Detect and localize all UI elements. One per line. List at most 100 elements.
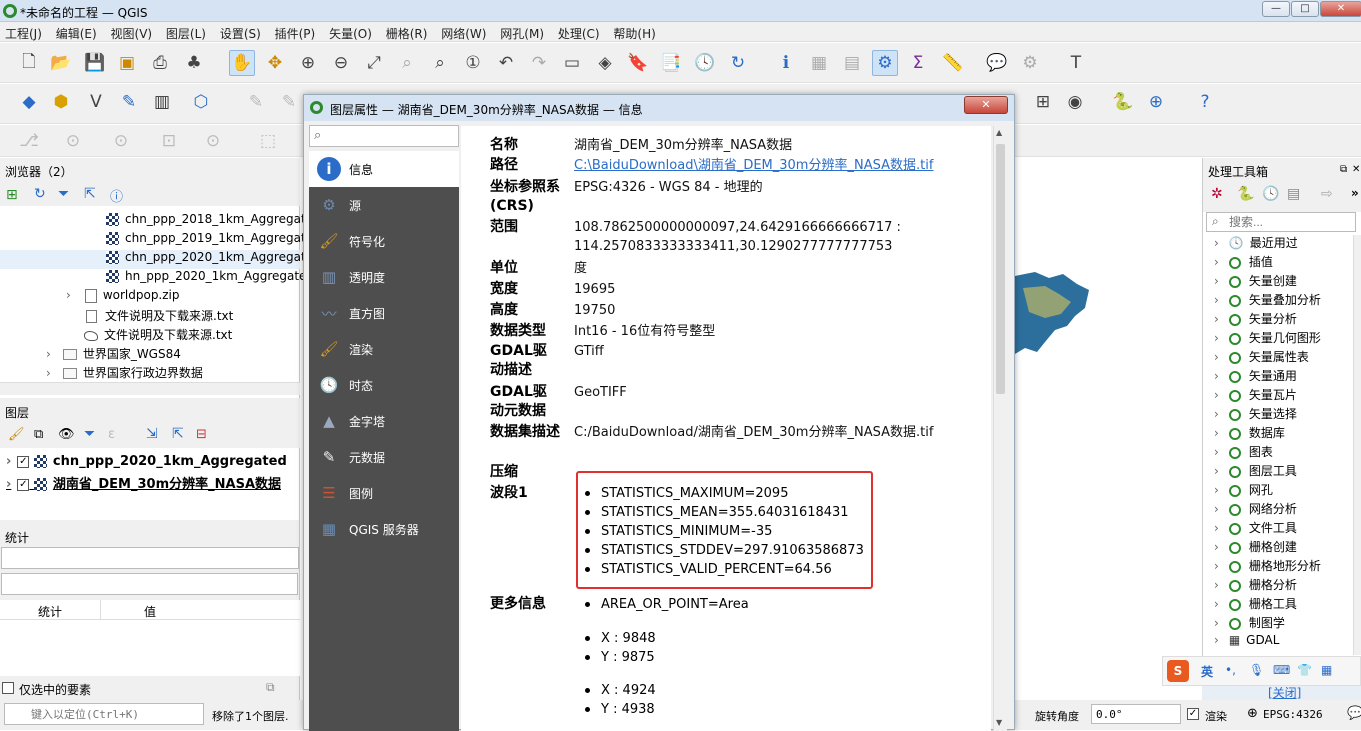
expand-arrow-icon[interactable]: › — [1214, 616, 1219, 630]
new-geopackage-icon[interactable]: ⬢ — [48, 89, 74, 115]
history-icon[interactable]: 🕓 — [1262, 186, 1279, 202]
info-scrollbar[interactable]: ▲ ▼ — [993, 126, 1007, 731]
expand-arrow-icon[interactable]: › — [1214, 255, 1219, 269]
web-icon[interactable]: ⊕ — [1143, 89, 1169, 115]
nav-item-histogram[interactable]: 〰直方图 — [309, 295, 459, 331]
digitize-icon[interactable]: ✎ — [116, 89, 142, 115]
toolbox-item[interactable]: › 矢量选择 — [1206, 405, 1297, 424]
zoom-selection-icon[interactable]: ⌕ — [394, 50, 420, 76]
toolbox-item[interactable]: › 矢量分析 — [1206, 310, 1297, 329]
nav-item-source[interactable]: ⚙ 源 — [309, 187, 459, 223]
list-item[interactable]: 文件说明及下载来源.txt — [86, 307, 233, 326]
add-raster-icon[interactable]: ▥ — [149, 89, 175, 115]
minimize-button[interactable]: — — [1262, 1, 1290, 17]
expand-arrow-icon[interactable]: › — [1214, 331, 1219, 345]
scroll-down-icon[interactable]: ▼ — [996, 718, 1002, 727]
expand-arrow-icon[interactable]: › — [1214, 597, 1219, 611]
add-line-icon[interactable]: ⊙ — [108, 128, 134, 154]
map-tool-2-icon[interactable]: ◉ — [1062, 89, 1088, 115]
pan-to-selection-icon[interactable]: ✥ — [262, 50, 288, 76]
ime-voice-icon[interactable]: 🎙 — [1249, 663, 1264, 677]
nav-item-rendering[interactable]: 🖌 渲染 — [309, 331, 459, 367]
ime-logo-icon[interactable]: S — [1167, 660, 1189, 682]
toolbox-search-input[interactable] — [1206, 212, 1356, 232]
style-manager-icon[interactable]: ♣ — [181, 50, 207, 76]
refresh-icon[interactable]: ↻ — [725, 50, 751, 76]
field-combobox[interactable] — [1, 573, 298, 595]
layer-visibility-checkbox[interactable]: ✓ — [17, 478, 30, 491]
list-item[interactable]: › worldpop.zip — [66, 288, 180, 307]
toolbox-float-icon[interactable]: ⧉ — [1340, 164, 1347, 175]
add-point-icon[interactable]: ⊙ — [60, 128, 86, 154]
nav-item-transparency[interactable]: ▥ 透明度 — [309, 259, 459, 295]
expand-arrow-icon[interactable]: › — [46, 347, 51, 361]
zoom-full-icon[interactable]: ⤢ — [361, 50, 387, 76]
crs-status[interactable]: EPSG:4326 — [1263, 708, 1323, 721]
zoom-native-icon[interactable]: ① — [460, 50, 486, 76]
menu-view[interactable]: 视图(V) — [106, 22, 158, 42]
close-button[interactable]: ✕ — [1320, 1, 1361, 17]
python-scripts-icon[interactable]: 🐍 — [1237, 186, 1254, 202]
browser-refresh-icon[interactable]: ↻ — [34, 186, 46, 202]
info-path-link[interactable]: C:\BaiduDownload\湖南省_DEM_30m分辨率_NASA数据.t… — [574, 156, 933, 175]
ime-tools-icon[interactable]: ▦ — [1321, 663, 1332, 677]
copy-icon[interactable]: ⧉ — [266, 680, 275, 695]
pan-icon[interactable]: ✋ — [229, 50, 255, 76]
expand-arrow-icon[interactable]: › — [1214, 407, 1219, 421]
add-group-icon[interactable]: ⧉ — [34, 427, 43, 442]
zoom-last-icon[interactable]: ↶ — [493, 50, 519, 76]
selected-only-checkbox[interactable] — [2, 682, 14, 694]
toolbox-item[interactable]: › 🕓 最近用过 — [1206, 234, 1298, 253]
manage-themes-icon[interactable]: 👁 — [58, 427, 75, 442]
menu-layer[interactable]: 图层(L) — [161, 22, 211, 42]
expand-all-icon[interactable]: ⇲ — [146, 426, 158, 442]
list-item-selected[interactable]: chn_ppp_2020_1km_Aggregate — [0, 250, 313, 269]
nav-item-server[interactable]: ▦ QGIS 服务器 — [309, 511, 459, 547]
filter-expression-icon[interactable]: ε — [108, 427, 115, 442]
statistical-summary-icon[interactable]: Σ — [905, 50, 931, 76]
ime-skin-icon[interactable]: 👕 — [1297, 663, 1312, 677]
nav-item-metadata[interactable]: ✎ 元数据 — [309, 439, 459, 475]
filter-legend-icon[interactable]: ⏷ — [84, 426, 95, 442]
dialog-close-button[interactable]: ✕ — [964, 96, 1008, 114]
toolbox-scrollbar[interactable] — [1353, 235, 1361, 655]
rotation-input[interactable] — [1091, 704, 1181, 724]
expand-arrow-icon[interactable]: › — [1214, 369, 1219, 383]
toolbox-item[interactable]: › 制图学 — [1206, 614, 1285, 633]
ime-punct-icon[interactable]: •, — [1225, 663, 1236, 677]
maximize-button[interactable]: □ — [1291, 1, 1319, 17]
expand-arrow-icon[interactable]: › — [46, 366, 51, 380]
expand-arrow-icon[interactable]: › — [1214, 464, 1219, 478]
list-item[interactable]: › 世界国家行政边界数据 — [46, 364, 203, 383]
expand-arrow-icon[interactable]: › — [1214, 236, 1219, 250]
toolbox-item[interactable]: › 栅格创建 — [1206, 538, 1297, 557]
crs-globe-icon[interactable]: ⊕ — [1247, 706, 1258, 721]
dialog-search-input[interactable] — [309, 125, 459, 147]
measure-icon[interactable]: 📏 — [940, 50, 966, 76]
toolbox-item[interactable]: › 矢量属性表 — [1206, 348, 1309, 367]
expand-arrow-icon[interactable]: › — [1214, 312, 1219, 326]
toolbox-item[interactable]: › 矢量通用 — [1206, 367, 1297, 386]
edit-pencil-icon[interactable]: ✎ — [243, 89, 269, 115]
expand-arrow-icon[interactable]: › — [1214, 388, 1219, 402]
toolbox-close-icon[interactable]: ✕ — [1352, 164, 1360, 175]
open-project-icon[interactable]: 📂 — [48, 50, 74, 76]
filter-icon[interactable]: ⏷ — [58, 186, 69, 202]
results-viewer-icon[interactable]: ▤ — [1287, 186, 1300, 202]
toolbox-item[interactable]: › 网孔 — [1206, 481, 1273, 500]
map-canvas[interactable] — [1015, 158, 1202, 701]
zoom-out-icon[interactable]: ⊖ — [328, 50, 354, 76]
scroll-thumb[interactable] — [996, 144, 1005, 394]
nav-item-info[interactable]: i 信息 — [309, 151, 459, 187]
new-map-view-icon[interactable]: ▭ — [559, 50, 585, 76]
list-item[interactable]: › 世界国家_WGS84 — [46, 345, 181, 364]
data-source-manager-icon[interactable]: ◆ — [16, 89, 42, 115]
menu-edit[interactable]: 编辑(E) — [51, 22, 102, 42]
help-icon[interactable]: ? — [1192, 89, 1218, 115]
expand-arrow-icon[interactable]: › — [1214, 350, 1219, 364]
expand-arrow-icon[interactable]: › — [1214, 578, 1219, 592]
nav-item-pyramids[interactable]: ▲ 金字塔 — [309, 403, 459, 439]
toolbox-item[interactable]: › 矢量创建 — [1206, 272, 1297, 291]
messages-icon[interactable]: 💬 — [1347, 706, 1361, 721]
toolbox-item[interactable]: › 网络分析 — [1206, 500, 1297, 519]
